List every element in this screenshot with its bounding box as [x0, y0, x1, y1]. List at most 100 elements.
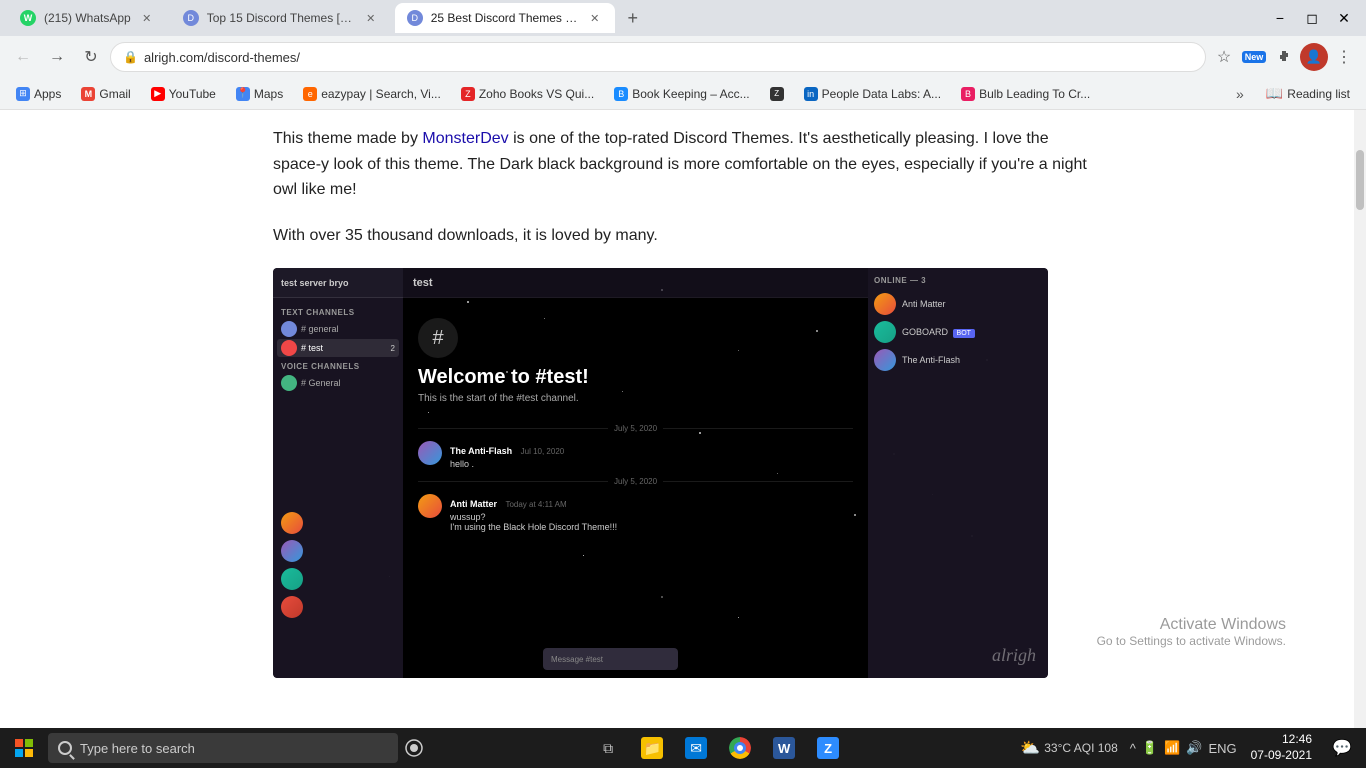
- bookmark-bulb[interactable]: B Bulb Leading To Cr...: [953, 82, 1098, 106]
- activate-subtitle: Go to Settings to activate Windows.: [1097, 634, 1286, 648]
- title-bar: W (215) WhatsApp ✕ D Top 15 Discord Them…: [0, 0, 1366, 36]
- clock-time: 12:46: [1251, 732, 1312, 748]
- weather-widget[interactable]: ⛅ 33°C AQI 108: [1014, 738, 1123, 758]
- bookmark-zoho-label: Zoho Books VS Qui...: [479, 87, 594, 101]
- discord-input-bar[interactable]: Message #test: [543, 648, 678, 670]
- bookmark-zi[interactable]: Z: [762, 82, 792, 106]
- message-content-2: Anti Matter Today at 4:11 AM wussup? I'm…: [450, 494, 853, 532]
- bookmark-apps[interactable]: ⊞ Apps: [8, 82, 69, 106]
- tab-close-discord-themes[interactable]: ✕: [363, 10, 379, 26]
- scrollbar[interactable]: [1354, 110, 1366, 728]
- message-avatar-1: [418, 441, 442, 465]
- channel-general[interactable]: # general: [277, 320, 399, 338]
- address-text: alrigh.com/discord-themes/: [144, 50, 1193, 65]
- gmail-favicon: M: [81, 87, 95, 101]
- window-controls: − ◻ ✕: [1266, 4, 1358, 32]
- clock-date: 07-09-2021: [1251, 748, 1312, 764]
- tab-close-discord-best[interactable]: ✕: [587, 10, 603, 26]
- clock[interactable]: 12:46 07-09-2021: [1243, 732, 1320, 763]
- sidebar-user-2: [281, 540, 303, 562]
- content-area: This theme made by MonsterDev is one of …: [0, 110, 1366, 728]
- welcome-title: Welcome to #test!: [418, 366, 853, 389]
- sidebar-user-1: [281, 512, 303, 534]
- tab-discord-best[interactable]: D 25 Best Discord Themes [For Bett... ✕: [395, 3, 615, 33]
- member-3: The Anti-Flash: [874, 349, 1042, 371]
- member-avatar-3: [874, 349, 896, 371]
- browser-area: W (215) WhatsApp ✕ D Top 15 Discord Them…: [0, 0, 1366, 728]
- forward-button[interactable]: →: [42, 42, 72, 72]
- bookmark-maps[interactable]: 📍 Maps: [228, 82, 291, 106]
- article-link-monsterdev[interactable]: MonsterDev: [422, 130, 508, 147]
- member-2: GOBOARD BOT: [874, 321, 1042, 343]
- taskbar-app-mail[interactable]: ✉: [676, 728, 716, 768]
- search-text: Type here to search: [80, 741, 195, 756]
- tray-icon-battery[interactable]: 🔋: [1142, 740, 1158, 756]
- channel-general-label: # general: [301, 324, 339, 334]
- bookmarks-more-button[interactable]: »: [1226, 80, 1254, 108]
- date-separator-2: July 5, 2020: [418, 477, 853, 486]
- voice-channels-category: VOICE CHANNELS: [277, 358, 399, 373]
- bookmark-bookkeep[interactable]: B Book Keeping – Acc...: [606, 82, 757, 106]
- bookmark-bookkeep-label: Book Keeping – Acc...: [632, 87, 749, 101]
- member-name-label-2: GOBOARD BOT: [902, 327, 975, 338]
- page-wrapper: W (215) WhatsApp ✕ D Top 15 Discord Them…: [0, 0, 1366, 768]
- minimize-button[interactable]: −: [1266, 4, 1294, 32]
- extensions-button[interactable]: [1270, 43, 1298, 71]
- language-indicator[interactable]: ENG: [1208, 741, 1236, 756]
- taskbar-app-fileexplorer[interactable]: 📁: [632, 728, 672, 768]
- zoom-icon: Z: [817, 737, 839, 759]
- welcome-subtitle: This is the start of the #test channel.: [418, 393, 853, 404]
- address-bar[interactable]: 🔒 alrigh.com/discord-themes/: [110, 42, 1206, 72]
- taskbar-app-word[interactable]: W: [764, 728, 804, 768]
- profile-avatar: 👤: [1300, 43, 1328, 71]
- taskbar-app-zoom[interactable]: Z: [808, 728, 848, 768]
- refresh-button[interactable]: ↻: [76, 42, 106, 72]
- activate-windows: Activate Windows Go to Settings to activ…: [1097, 616, 1286, 648]
- windows-logo-green: [25, 739, 33, 747]
- activate-title: Activate Windows: [1097, 616, 1286, 634]
- reading-list-button[interactable]: 📖 Reading list: [1258, 82, 1358, 106]
- bookmark-gmail[interactable]: M Gmail: [73, 82, 138, 106]
- bookmark-zoho[interactable]: Z Zoho Books VS Qui...: [453, 82, 602, 106]
- discord-server-header: test server bryo: [273, 268, 403, 298]
- youtube-favicon: ▶: [151, 87, 165, 101]
- article-paragraph-1: This theme made by MonsterDev is one of …: [273, 126, 1093, 203]
- close-button[interactable]: ✕: [1330, 4, 1358, 32]
- cortana-button[interactable]: [398, 728, 430, 768]
- bookkeep-favicon: B: [614, 87, 628, 101]
- tab-label-discord-best: 25 Best Discord Themes [For Bett...: [431, 11, 579, 25]
- search-bar[interactable]: Type here to search: [48, 733, 398, 763]
- article-text-before-link: This theme made by: [273, 130, 422, 147]
- bookmark-eazypay[interactable]: e eazypay | Search, Vi...: [295, 82, 449, 106]
- channel-header-name: test: [413, 277, 433, 289]
- tab-close-whatsapp[interactable]: ✕: [139, 10, 155, 26]
- channel-voice-general[interactable]: # General: [277, 374, 399, 392]
- tray-icon-1[interactable]: ^: [1130, 741, 1136, 756]
- pdl-favicon: in: [804, 87, 818, 101]
- back-button[interactable]: ←: [8, 42, 38, 72]
- bookmark-youtube[interactable]: ▶ YouTube: [143, 82, 224, 106]
- tab-favicon-whatsapp: W: [20, 10, 36, 26]
- star-button[interactable]: ☆: [1210, 43, 1238, 71]
- taskbar-app-chrome[interactable]: [720, 728, 760, 768]
- tray-icon-sound[interactable]: 🔊: [1186, 740, 1202, 756]
- taskview-icon: ⧉: [597, 737, 619, 759]
- settings-button[interactable]: ⋮: [1330, 43, 1358, 71]
- tab-whatsapp[interactable]: W (215) WhatsApp ✕: [8, 3, 167, 33]
- new-tab-button[interactable]: +: [619, 4, 647, 32]
- scrollbar-thumb[interactable]: [1356, 150, 1364, 210]
- taskbar: Type here to search ⧉ 📁: [0, 728, 1366, 768]
- notification-button[interactable]: 💬: [1326, 728, 1358, 768]
- sidebar-users: [281, 512, 303, 618]
- discord-main: test # Welcome to #test! This is the sta…: [403, 268, 868, 678]
- discord-screenshot-container: test server bryo TEXT CHANNELS # general: [273, 268, 1048, 678]
- channel-test[interactable]: # test 2: [277, 339, 399, 357]
- tray-icon-network[interactable]: 📶: [1164, 740, 1180, 756]
- taskbar-app-taskview[interactable]: ⧉: [588, 728, 628, 768]
- bookmarks-overflow: » 📖 Reading list: [1226, 80, 1358, 108]
- restore-button[interactable]: ◻: [1298, 4, 1326, 32]
- profile-button[interactable]: 👤: [1300, 43, 1328, 71]
- tab-discord-themes[interactable]: D Top 15 Discord Themes [For Bett... ✕: [171, 3, 391, 33]
- start-button[interactable]: [0, 728, 48, 768]
- bookmark-pdl[interactable]: in People Data Labs: A...: [796, 82, 949, 106]
